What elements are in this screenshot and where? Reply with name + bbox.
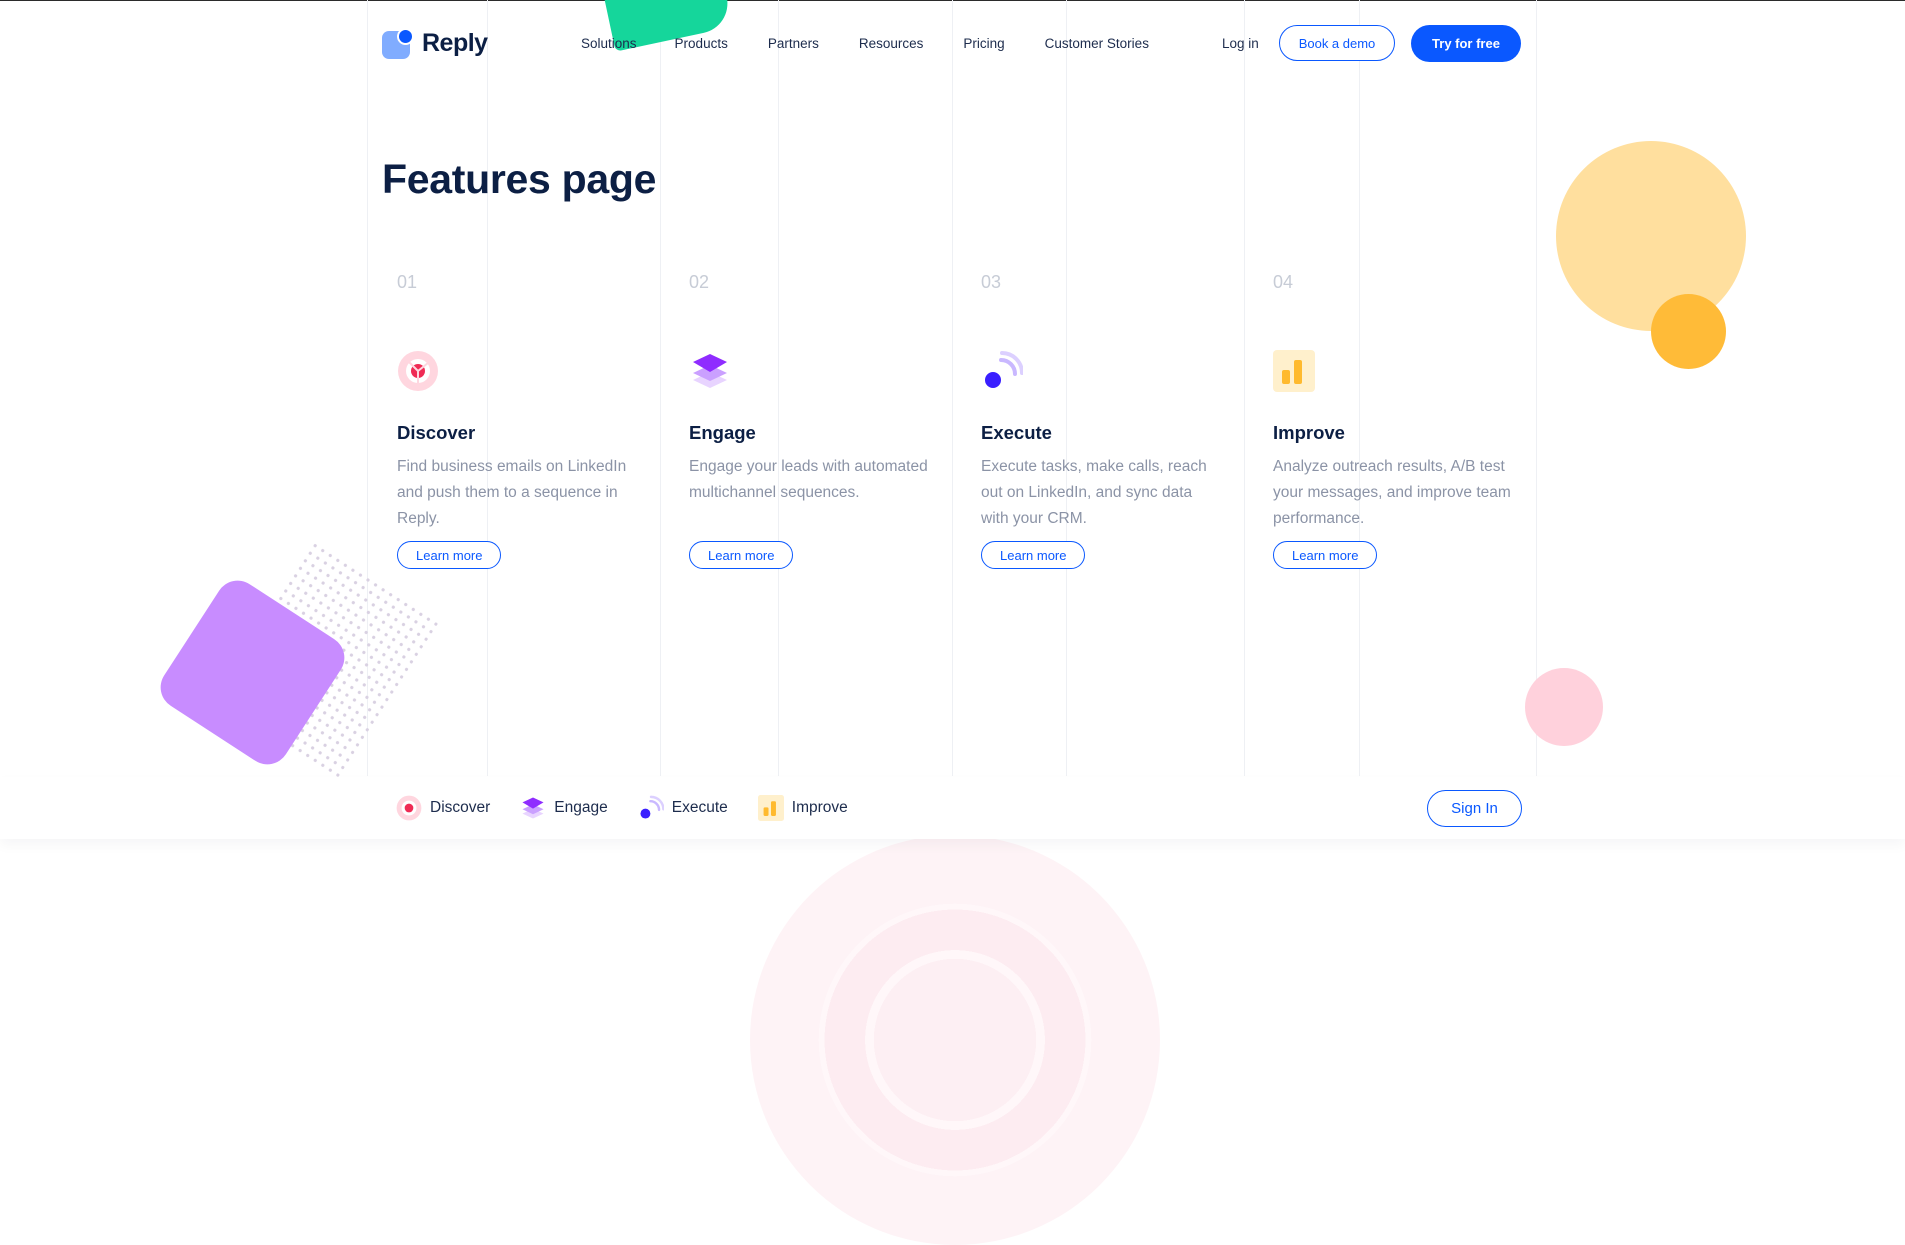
learn-more-button[interactable]: Learn more xyxy=(1273,541,1378,569)
nav-item-partners[interactable]: Partners xyxy=(768,36,819,51)
book-demo-button[interactable]: Book a demo xyxy=(1279,25,1395,61)
feature-number: 01 xyxy=(397,272,418,292)
execute-icon xyxy=(981,350,1024,392)
decorative-yellow-circle xyxy=(1556,141,1746,331)
logo-text: Reply xyxy=(422,28,488,57)
decorative-pink-circle xyxy=(1525,668,1603,746)
feature-name: Engage xyxy=(689,422,756,443)
nav-item-solutions[interactable]: Solutions xyxy=(581,36,637,51)
sticky-item-discover[interactable]: Discover xyxy=(396,795,490,821)
discover-icon xyxy=(396,795,422,821)
nav-item-resources[interactable]: Resources xyxy=(859,36,924,51)
feature-name: Execute xyxy=(981,422,1052,443)
sticky-item-improve[interactable]: Improve xyxy=(757,795,848,821)
sticky-item-label: Improve xyxy=(791,799,848,816)
sticky-item-label: Engage xyxy=(554,799,608,816)
decorative-rings xyxy=(750,835,1160,1245)
logo[interactable]: Reply xyxy=(382,28,488,59)
sticky-item-engage[interactable]: Engage xyxy=(520,795,608,821)
feature-description: Find business emails on LinkedIn and pus… xyxy=(397,458,627,527)
decorative-orange-circle xyxy=(1651,294,1726,369)
learn-more-button[interactable]: Learn more xyxy=(981,541,1086,569)
main-nav: Solutions Products Partners Resources Pr… xyxy=(581,36,1189,51)
try-for-free-button[interactable]: Try for free xyxy=(1411,25,1521,62)
feature-name: Discover xyxy=(397,422,476,443)
feature-description: Engage your leads with automated multich… xyxy=(689,458,928,501)
sticky-item-label: Discover xyxy=(430,799,491,816)
feature-number: 03 xyxy=(981,272,1002,292)
sticky-bar-items: Discover Engage Execute Improve xyxy=(396,795,878,821)
feature-card-discover: 01 Discover Find business emails on Link… xyxy=(397,272,647,569)
engage-icon xyxy=(689,350,731,392)
site-header: Reply Solutions Products Partners Resour… xyxy=(0,0,1905,90)
feature-card-improve: 04 Improve Analyze outreach results, A/B… xyxy=(1273,272,1523,569)
sign-in-button[interactable]: Sign In xyxy=(1427,790,1522,827)
learn-more-button[interactable]: Learn more xyxy=(397,541,502,569)
feature-name: Improve xyxy=(1273,422,1345,443)
engage-icon xyxy=(520,795,546,821)
feature-card-execute: 03 Execute Execute tasks, make calls, re… xyxy=(981,272,1231,569)
login-link[interactable]: Log in xyxy=(1222,36,1259,51)
feature-number: 02 xyxy=(689,272,710,292)
sticky-feature-bar: Discover Engage Execute Improve Sign In xyxy=(0,777,1905,839)
execute-icon xyxy=(638,795,665,821)
feature-card-engage: 02 Engage Engage your leads with automat… xyxy=(689,272,939,569)
feature-number: 04 xyxy=(1273,272,1294,292)
reply-logo-icon xyxy=(382,28,414,59)
improve-icon xyxy=(757,795,784,821)
learn-more-button[interactable]: Learn more xyxy=(689,541,794,569)
nav-item-products[interactable]: Products xyxy=(675,36,728,51)
improve-icon xyxy=(1273,350,1315,392)
sticky-item-execute[interactable]: Execute xyxy=(638,795,728,821)
nav-item-pricing[interactable]: Pricing xyxy=(963,36,1004,51)
discover-icon xyxy=(397,350,439,392)
page-title: Features page xyxy=(382,156,657,202)
sticky-item-label: Execute xyxy=(671,799,728,816)
nav-item-customer-stories[interactable]: Customer Stories xyxy=(1045,36,1149,51)
feature-description: Execute tasks, make calls, reach out on … xyxy=(981,458,1207,527)
feature-description: Analyze outreach results, A/B test your … xyxy=(1273,458,1511,527)
